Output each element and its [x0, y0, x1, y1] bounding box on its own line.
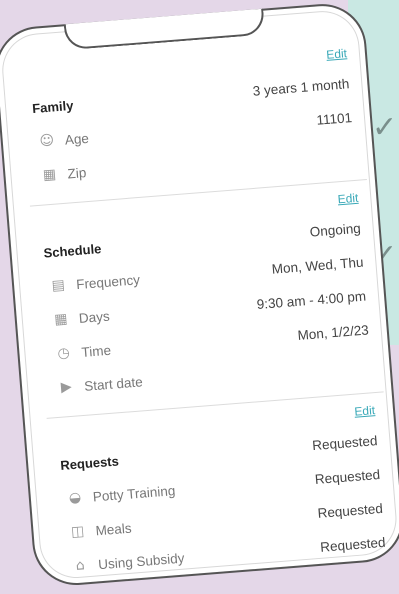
clock-icon: ◷ — [56, 344, 71, 362]
family-edit-link[interactable]: Edit — [326, 46, 348, 62]
building-icon: ⌂ — [75, 557, 86, 575]
start-date-label: Start date — [83, 373, 144, 394]
using-subsidy-value: Requested — [319, 534, 386, 555]
schedule-heading: Schedule — [43, 240, 102, 261]
family-section: Edit Family 3 years 1 month ☺ Age 11101 ▦… — [29, 44, 356, 201]
phone-notch — [63, 8, 266, 51]
using-subsidy-label: Using Subsidy — [97, 550, 185, 572]
age-value: 11101 — [315, 109, 353, 128]
profile-summary: Edit Family 3 years 1 month ☺ Age 11101 ▦… — [29, 44, 387, 591]
schedule-value: Ongoing — [309, 220, 362, 240]
potty-icon: ◒ — [68, 489, 82, 507]
meals-value: Requested — [316, 500, 384, 521]
schedule-section: Edit Schedule Ongoing ▤ Frequency Mon, We… — [41, 189, 374, 413]
frequency-label: Frequency — [75, 271, 141, 292]
meal-icon: ◫ — [70, 523, 85, 541]
requests-value: Requested — [311, 432, 378, 453]
potty-training-value: Requested — [314, 466, 381, 487]
requests-edit-link[interactable]: Edit — [354, 403, 376, 419]
calendar-icon: ▦ — [53, 310, 69, 328]
days-label: Days — [78, 308, 111, 326]
time-label: Time — [80, 342, 112, 360]
requests-section: Edit Requests Requested ◒ Potty Training … — [57, 401, 387, 591]
requests-heading: Requests — [59, 452, 120, 473]
calendar-play-icon: ▶ — [60, 378, 73, 396]
frequency-value: Mon, Wed, Thu — [271, 254, 364, 277]
zip-label: Zip — [66, 164, 87, 181]
family-value: 3 years 1 month — [252, 75, 350, 99]
map-icon: ▦ — [42, 166, 57, 184]
time-value: Mon, 1/2/23 — [296, 321, 370, 343]
child-face-icon: ☺ — [38, 132, 55, 150]
family-heading: Family — [31, 97, 74, 116]
days-value: 9:30 am - 4:00 pm — [256, 287, 367, 312]
checkmark-icon: ✓ — [372, 110, 398, 145]
clipboard-icon: ▤ — [51, 277, 66, 295]
age-label: Age — [64, 130, 90, 148]
schedule-edit-link[interactable]: Edit — [337, 191, 359, 207]
phone-frame: Edit Family 3 years 1 month ☺ Age 11101 ▦… — [0, 0, 399, 591]
meals-label: Meals — [94, 520, 133, 538]
potty-training-label: Potty Training — [92, 482, 176, 504]
